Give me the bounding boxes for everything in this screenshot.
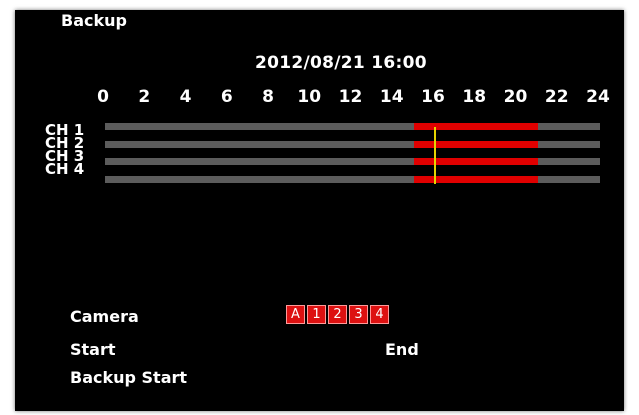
channel-track[interactable] bbox=[105, 141, 600, 148]
camera-selector: A1234 bbox=[286, 305, 389, 324]
backup-start-button[interactable]: Backup Start bbox=[70, 368, 187, 387]
timeline-datetime: 2012/08/21 16:00 bbox=[255, 53, 427, 73]
hour-tick-label: 2 bbox=[138, 87, 151, 107]
hour-tick-label: 0 bbox=[97, 87, 109, 107]
recording-segment bbox=[414, 141, 539, 148]
recording-segment bbox=[414, 123, 539, 130]
camera-all-button[interactable]: A bbox=[286, 305, 305, 324]
channel-label: CH 4 bbox=[45, 160, 85, 178]
hour-tick-label: 8 bbox=[262, 87, 274, 107]
hour-tick-label: 16 bbox=[421, 87, 445, 107]
recording-segment bbox=[414, 176, 539, 183]
hour-tick-label: 12 bbox=[338, 87, 363, 107]
hour-tick-label: 14 bbox=[379, 87, 404, 107]
dvr-backup-screen: Backup 2012/08/21 16:00 0 2 4 6 8 10 12 14 16 18 2… bbox=[15, 10, 624, 411]
time-cursor[interactable] bbox=[434, 127, 436, 184]
end-label[interactable]: End bbox=[385, 340, 419, 359]
hour-tick-label: 20 bbox=[503, 87, 528, 107]
camera-2-button[interactable]: 2 bbox=[328, 305, 347, 324]
channel-track[interactable] bbox=[105, 158, 600, 165]
camera-3-button[interactable]: 3 bbox=[349, 305, 368, 324]
hour-tick-label: 6 bbox=[220, 87, 233, 107]
camera-label: Camera bbox=[70, 307, 139, 326]
hour-tick-label: 10 bbox=[297, 87, 322, 107]
hour-tick-label: 18 bbox=[462, 87, 487, 107]
page-title: Backup bbox=[61, 11, 127, 30]
camera-4-button[interactable]: 4 bbox=[370, 305, 389, 324]
start-label[interactable]: Start bbox=[70, 340, 116, 359]
channel-track[interactable] bbox=[105, 123, 600, 130]
hour-tick-label: 24 bbox=[586, 87, 610, 107]
hour-tick-label: 22 bbox=[544, 87, 569, 107]
hour-tick-label: 4 bbox=[179, 87, 192, 107]
channel-track[interactable] bbox=[105, 176, 600, 183]
recording-segment bbox=[414, 158, 539, 165]
page-frame: Backup 2012/08/21 16:00 0 2 4 6 8 10 12 14 16 18 2… bbox=[0, 0, 639, 415]
camera-1-button[interactable]: 1 bbox=[307, 305, 326, 324]
